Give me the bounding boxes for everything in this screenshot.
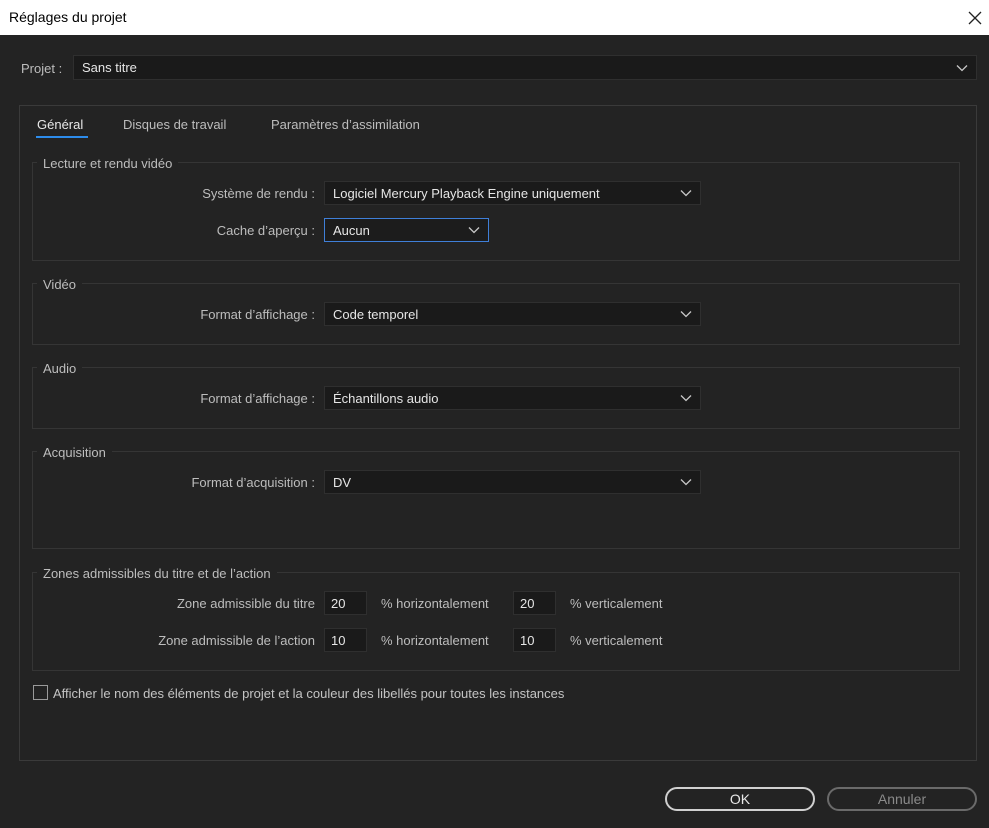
video-group-title: Vidéo (37, 277, 83, 292)
preview-cache-label: Cache d’aperçu : (216, 223, 315, 238)
audio-group-title: Audio (37, 361, 83, 376)
chevron-down-icon (956, 64, 968, 71)
safe-zones-group (32, 572, 960, 671)
close-icon (968, 11, 982, 25)
capture-format-label: Format d’acquisition : (191, 475, 315, 490)
title-safe-vertical-value: 20 (520, 595, 535, 611)
action-safe-vertical-unit: % verticalement (570, 633, 663, 648)
tab-general[interactable]: Général (37, 117, 83, 132)
close-button[interactable] (960, 3, 989, 33)
chevron-down-icon (468, 227, 480, 234)
window-title: Réglages du projet (9, 9, 127, 25)
chevron-down-icon (680, 479, 692, 486)
chevron-down-icon (680, 190, 692, 197)
video-display-format-value: Code temporel (333, 306, 419, 322)
safe-zones-group-title: Zones admissibles du titre et de l’actio… (37, 566, 277, 581)
active-tab-indicator (36, 136, 88, 138)
audio-display-format-select[interactable]: Échantillons audio (324, 386, 701, 410)
renderer-label: Système de rendu : (202, 186, 315, 201)
capture-group (32, 451, 960, 549)
title-safe-horizontal-unit: % horizontalement (381, 596, 489, 611)
ok-button[interactable]: OK (665, 787, 815, 811)
chevron-down-icon (680, 311, 692, 318)
audio-display-format-value: Échantillons audio (333, 390, 439, 406)
title-safe-vertical-input[interactable]: 20 (513, 591, 556, 615)
title-safe-label: Zone admissible du titre (176, 596, 315, 611)
renderer-select[interactable]: Logiciel Mercury Playback Engine uniquem… (324, 181, 701, 205)
playback-group-title: Lecture et rendu vidéo (37, 156, 179, 171)
chevron-down-icon (680, 395, 692, 402)
capture-group-title: Acquisition (37, 445, 112, 460)
video-display-format-label: Format d’affichage : (200, 307, 315, 322)
project-select[interactable]: Sans titre (73, 55, 977, 80)
project-label: Projet : (21, 61, 63, 76)
preview-cache-select[interactable]: Aucun (324, 218, 489, 242)
tab-ingest-settings[interactable]: Paramètres d’assimilation (271, 117, 420, 132)
playback-group (32, 162, 960, 261)
title-safe-vertical-unit: % verticalement (570, 596, 663, 611)
preview-cache-select-value: Aucun (333, 222, 370, 238)
action-safe-label: Zone admissible de l’action (158, 633, 315, 648)
title-safe-horizontal-input[interactable]: 20 (324, 591, 367, 615)
capture-format-value: DV (333, 474, 352, 490)
cancel-button[interactable]: Annuler (827, 787, 977, 811)
renderer-select-value: Logiciel Mercury Playback Engine uniquem… (333, 185, 600, 201)
capture-format-select[interactable]: DV (324, 470, 701, 494)
tab-scratch-disks[interactable]: Disques de travail (123, 117, 226, 132)
title-safe-horizontal-value: 20 (331, 595, 346, 611)
action-safe-horizontal-unit: % horizontalement (381, 633, 489, 648)
project-select-value: Sans titre (82, 60, 137, 75)
action-safe-horizontal-input[interactable]: 10 (324, 628, 367, 652)
action-safe-horizontal-value: 10 (331, 632, 346, 648)
title-bar: Réglages du projet (0, 0, 989, 35)
video-display-format-select[interactable]: Code temporel (324, 302, 701, 326)
audio-display-format-label: Format d’affichage : (200, 391, 315, 406)
show-project-item-names-checkbox[interactable] (33, 685, 48, 700)
action-safe-vertical-value: 10 (520, 632, 535, 648)
action-safe-vertical-input[interactable]: 10 (513, 628, 556, 652)
show-project-item-names-label: Afficher le nom des éléments de projet e… (53, 686, 565, 701)
